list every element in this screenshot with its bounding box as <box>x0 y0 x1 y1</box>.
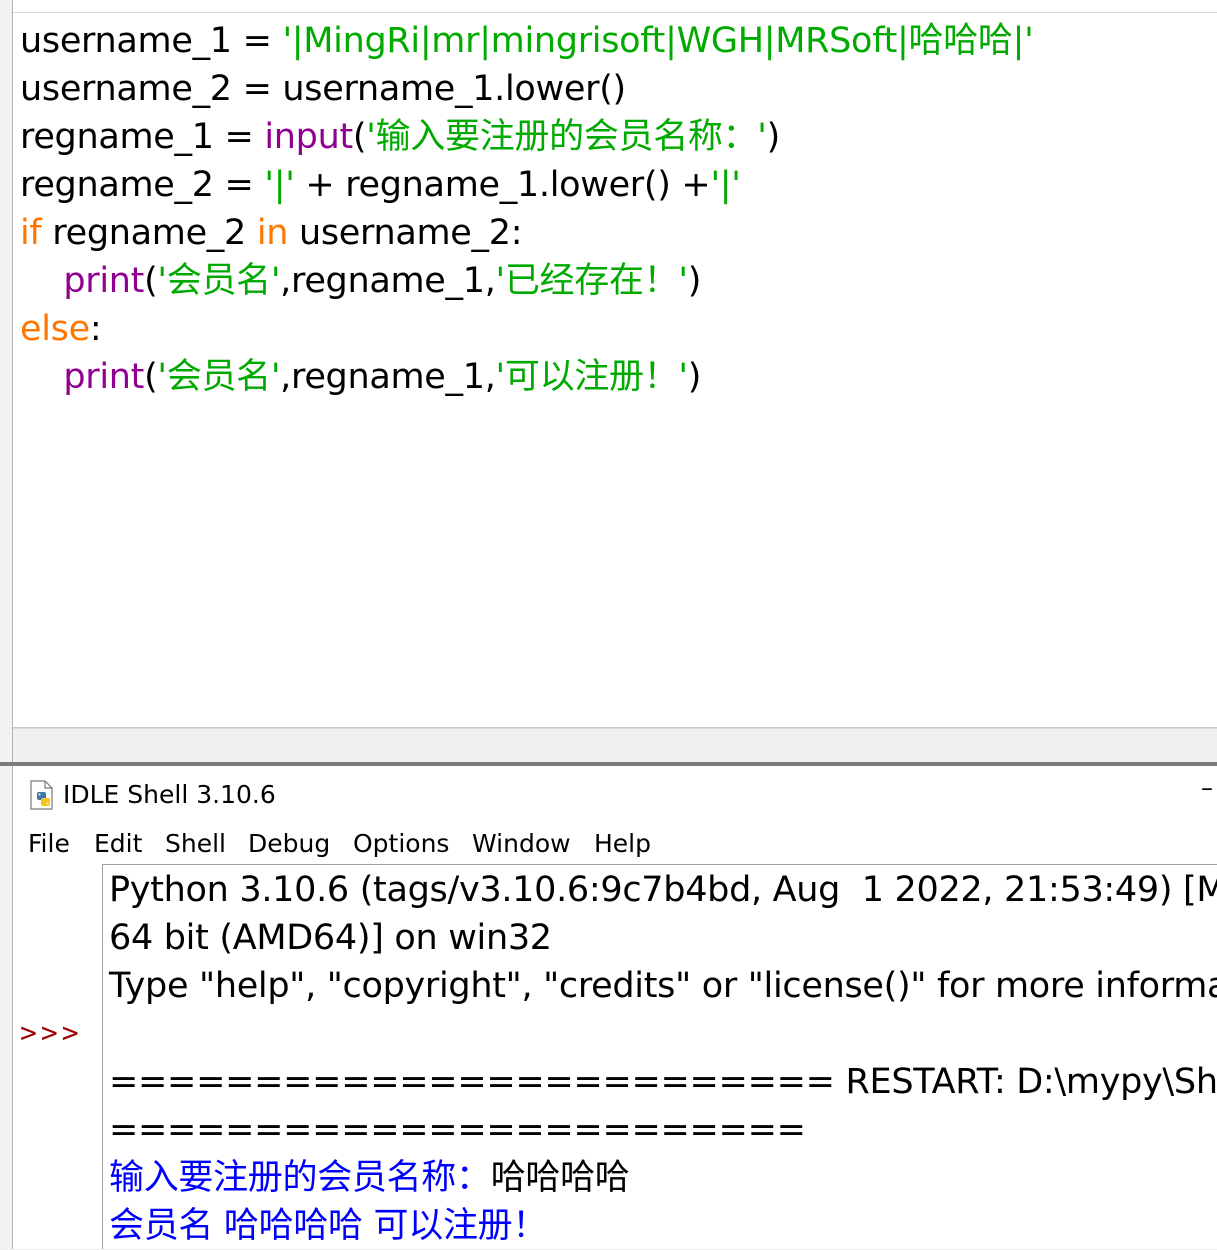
code-line: if regname_2 in username_2: <box>20 209 523 257</box>
code-token: '|MingRi|mr|mingrisoft|WGH|MRSoft|哈哈哈|' <box>282 21 1034 61</box>
code-token: ( <box>144 357 158 397</box>
shell-title-bar[interactable]: IDLE Shell 3.10.6 – <box>13 766 1217 824</box>
shell-output-text: 输入要注册的会员名称： <box>109 1158 491 1198</box>
menu-edit[interactable]: Edit <box>94 824 142 864</box>
idle-shell-window: IDLE Shell 3.10.6 – File Edit Shell Debu… <box>0 766 1217 1249</box>
code-token: '会员名' <box>157 261 281 301</box>
shell-output-line: Type "help", "copyright", "credits" or "… <box>109 962 1217 1010</box>
menu-options[interactable]: Options <box>353 824 449 864</box>
code-token: + regname_1.lower() + <box>294 165 711 205</box>
code-line: else: <box>20 305 102 353</box>
code-token: : <box>89 309 102 349</box>
window-title: IDLE Shell 3.10.6 <box>63 780 276 809</box>
shell-output-text: ======================== <box>109 1110 806 1150</box>
shell-prompt-gutter: >>> <box>13 864 103 1249</box>
editor-window: username_1 = '|MingRi|mr|mingrisoft|WGH|… <box>0 0 1217 766</box>
minimize-button[interactable]: – <box>1201 774 1213 802</box>
editor-menubar-remnant <box>0 0 1217 13</box>
code-token: regname_2 <box>41 213 257 253</box>
code-token: ) <box>687 357 702 397</box>
menu-debug[interactable]: Debug <box>248 824 330 864</box>
shell-left-border <box>0 766 13 1249</box>
code-token: '|' <box>710 165 741 205</box>
code-token: ( <box>352 117 367 157</box>
menu-shell[interactable]: Shell <box>165 824 226 864</box>
code-line: regname_1 = input('输入要注册的会员名称：') <box>20 113 780 161</box>
code-token: username_2: <box>288 213 523 253</box>
shell-output-text: ========================= RESTART: D:\my… <box>109 1062 1217 1102</box>
menu-help[interactable]: Help <box>594 824 651 864</box>
code-token: regname_2 = <box>20 165 265 205</box>
menu-file[interactable]: File <box>28 824 70 864</box>
code-editor-area[interactable]: username_1 = '|MingRi|mr|mingrisoft|WGH|… <box>13 13 1217 728</box>
shell-output-area[interactable]: Python 3.10.6 (tags/v3.10.6:9c7b4bd, Aug… <box>103 864 1217 1250</box>
editor-horizontal-scrollbar[interactable] <box>13 728 1217 762</box>
python-file-icon <box>30 780 53 810</box>
code-line: username_1 = '|MingRi|mr|mingrisoft|WGH|… <box>20 17 1034 65</box>
code-token: if <box>20 213 42 253</box>
code-token: input <box>264 117 353 157</box>
code-token: username_2 = username_1.lower() <box>20 69 626 109</box>
shell-output-text: Type "help", "copyright", "credits" or "… <box>109 966 1217 1006</box>
code-token: ,regname_1, <box>280 357 496 397</box>
shell-menubar: File Edit Shell Debug Options Window Hel… <box>13 824 1217 864</box>
menu-window[interactable]: Window <box>472 824 571 864</box>
code-token: '|' <box>264 165 295 205</box>
shell-output-text: 64 bit (AMD64)] on win32 <box>109 918 552 958</box>
code-token: '可以注册！' <box>495 357 688 397</box>
shell-output-line: 64 bit (AMD64)] on win32 <box>109 914 552 962</box>
shell-prompt: >>> <box>20 1016 83 1049</box>
code-token: regname_1 = <box>20 117 265 157</box>
code-token: ) <box>687 261 702 301</box>
code-token: '已经存在！' <box>495 261 688 301</box>
shell-output-line: 输入要注册的会员名称：哈哈哈哈 <box>109 1154 630 1202</box>
code-token: '输入要注册的会员名称：' <box>366 117 767 157</box>
code-token: username_1 = <box>20 21 283 61</box>
code-line: regname_2 = '|' + regname_1.lower() +'|' <box>20 161 741 209</box>
editor-left-border <box>0 0 13 766</box>
code-line: print('会员名',regname_1,'已经存在！') <box>20 257 701 305</box>
code-token: ) <box>766 117 781 157</box>
code-token: print <box>63 261 145 301</box>
shell-output-line: ======================== <box>109 1106 806 1154</box>
code-token: ,regname_1, <box>280 261 496 301</box>
shell-output-line: Python 3.10.6 (tags/v3.10.6:9c7b4bd, Aug… <box>109 866 1217 914</box>
shell-output-line: 会员名 哈哈哈哈 可以注册！ <box>109 1202 547 1250</box>
code-token: ( <box>144 261 158 301</box>
code-token: else <box>20 309 90 349</box>
code-token: '会员名' <box>157 357 281 397</box>
code-line: print('会员名',regname_1,'可以注册！') <box>20 353 701 401</box>
code-line: username_2 = username_1.lower() <box>20 65 626 113</box>
code-token: in <box>256 213 289 253</box>
user-input-text: 哈哈哈哈 <box>490 1158 630 1198</box>
shell-output-line: ========================= RESTART: D:\my… <box>109 1058 1217 1106</box>
shell-output-text: Python 3.10.6 (tags/v3.10.6:9c7b4bd, Aug… <box>109 870 1217 910</box>
shell-output-text: 会员名 哈哈哈哈 可以注册！ <box>109 1206 548 1246</box>
code-token: print <box>63 357 145 397</box>
